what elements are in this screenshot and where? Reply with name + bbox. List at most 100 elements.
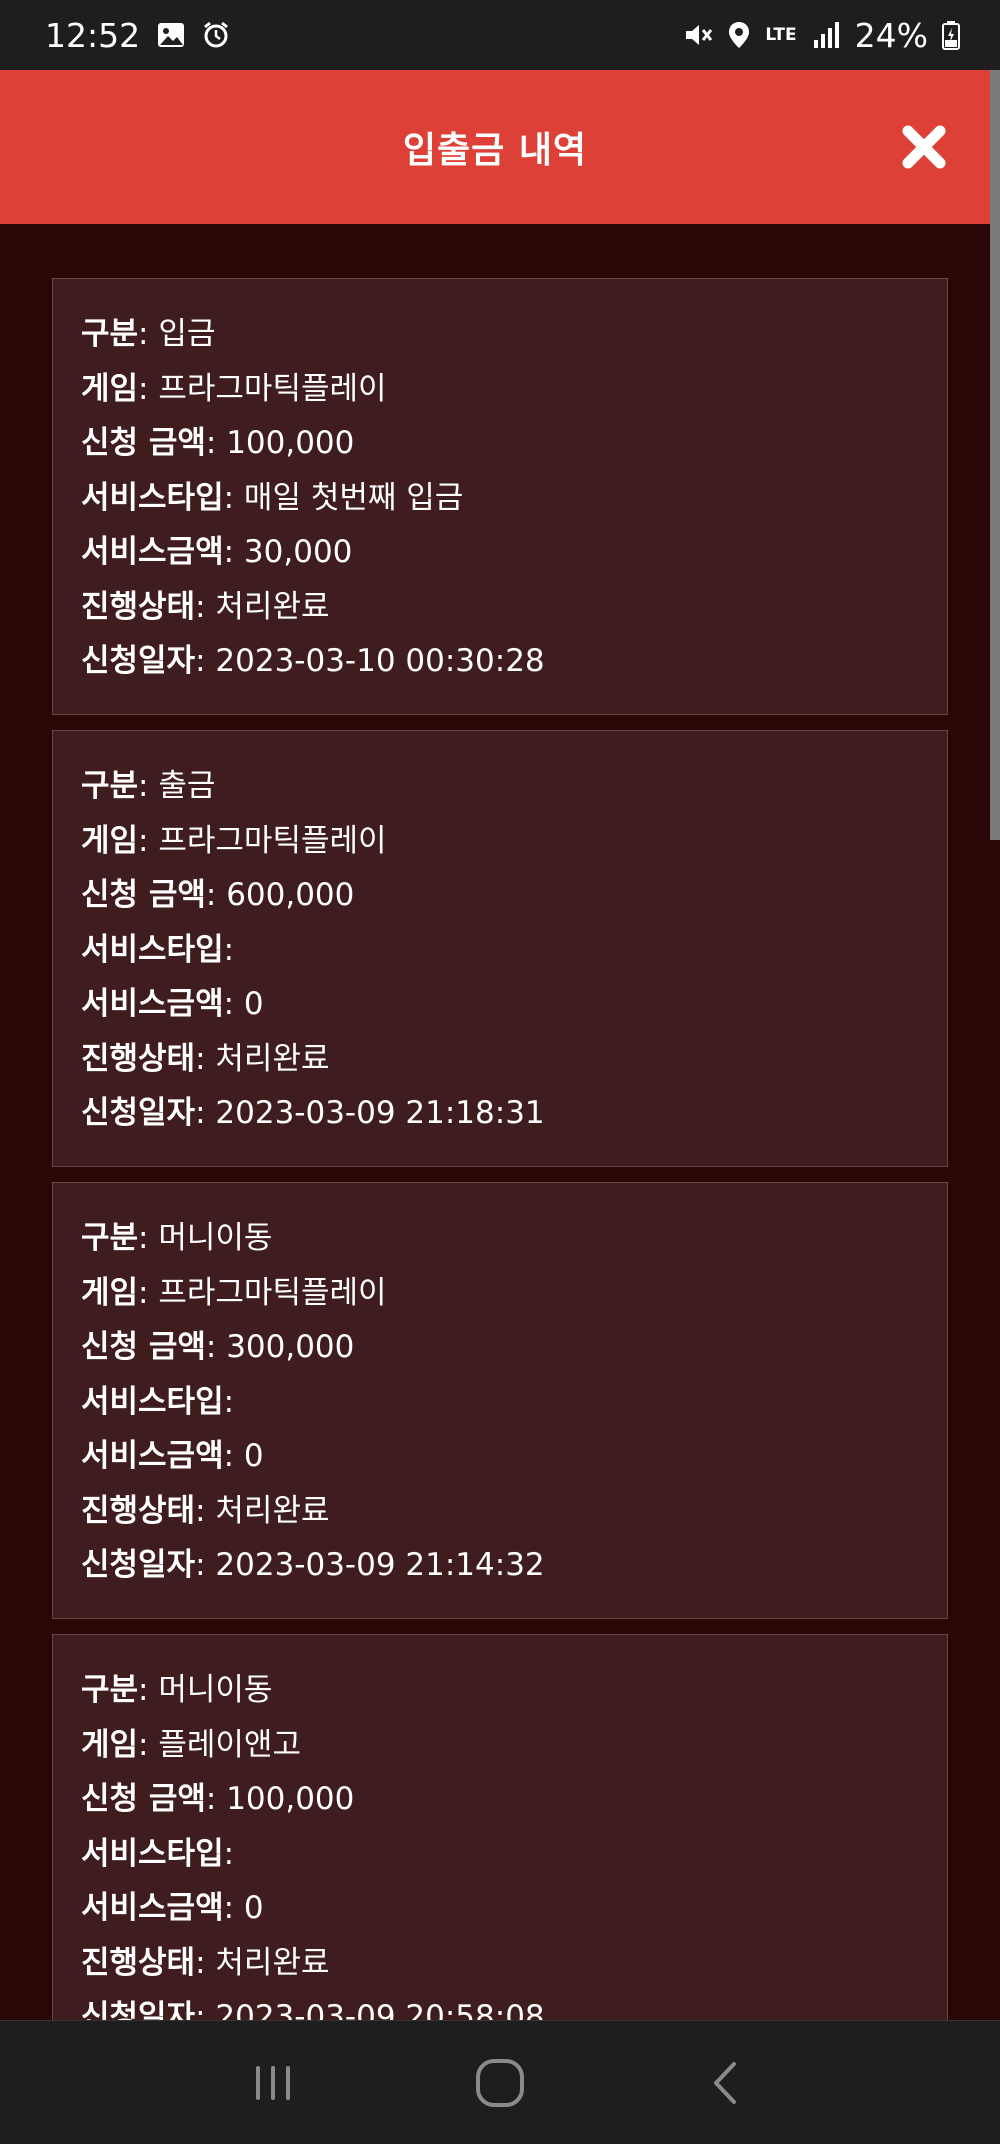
value-service-amount: 0 <box>243 1438 264 1474</box>
label-service-type: 서비스타입 <box>81 931 224 968</box>
network-type: LTE <box>765 25 797 45</box>
label-date: 신청일자 <box>81 1095 196 1131</box>
row-type: 구분: 머니이동 <box>81 1672 273 1708</box>
label-game: 게임 <box>81 370 139 407</box>
location-icon <box>727 20 751 50</box>
row-game: 게임: 프라그마틱플레이 <box>81 1274 387 1311</box>
value-type: 입금 <box>158 316 216 352</box>
row-service-amount: 서비스금액: 0 <box>81 1890 264 1926</box>
value-amount: 100,000 <box>226 425 355 461</box>
alarm-icon <box>202 21 230 49</box>
row-service-type: 서비스타입: 매일 첫번째 입금 <box>81 479 464 516</box>
row-date: 신청일자: 2023-03-09 21:14:32 <box>81 1547 545 1583</box>
transaction-card: 구분: 머니이동 게임: 프라그마틱플레이 신청 금액: 300,000 서비스… <box>52 1182 948 1619</box>
row-amount: 신청 금액: 100,000 <box>81 425 355 461</box>
close-icon <box>902 125 946 169</box>
recent-apps-icon <box>256 2065 291 2100</box>
page-header: 입출금 내역 <box>0 70 990 224</box>
label-service-amount: 서비스금액 <box>81 986 224 1022</box>
row-status: 진행상태: 처리완료 <box>81 1944 330 1981</box>
label-service-amount: 서비스금액 <box>81 1890 224 1926</box>
row-game: 게임: 프라그마틱플레이 <box>81 370 387 407</box>
label-status: 진행상태 <box>81 588 196 625</box>
label-game: 게임 <box>81 1274 139 1311</box>
value-status: 처리완료 <box>215 588 330 625</box>
value-service-amount: 0 <box>243 986 264 1022</box>
scrollbar-thumb[interactable] <box>990 70 1000 840</box>
label-status: 진행상태 <box>81 1944 196 1981</box>
status-time: 12:52 <box>45 15 141 55</box>
recent-apps-button[interactable] <box>233 2043 313 2123</box>
back-button[interactable] <box>687 2043 767 2123</box>
transaction-list[interactable]: 구분: 입금 게임: 프라그마틱플레이 신청 금액: 100,000 서비스타입… <box>52 278 948 2020</box>
row-type: 구분: 입금 <box>81 316 216 352</box>
value-type: 출금 <box>158 768 216 804</box>
label-type: 구분 <box>81 1672 139 1708</box>
row-service-type: 서비스타입: <box>81 1835 235 1872</box>
row-game: 게임: 플레이앤고 <box>81 1726 301 1763</box>
label-service-amount: 서비스금액 <box>81 534 224 570</box>
battery-icon <box>942 20 960 50</box>
value-date: 2023-03-09 21:14:32 <box>215 1547 545 1583</box>
row-amount: 신청 금액: 300,000 <box>81 1329 355 1365</box>
navigation-bar <box>0 2020 1000 2144</box>
row-service-amount: 서비스금액: 30,000 <box>81 534 353 570</box>
row-service-type: 서비스타입: <box>81 931 235 968</box>
value-date: 2023-03-09 20:58:08 <box>215 1999 545 2020</box>
row-status: 진행상태: 처리완료 <box>81 1040 330 1077</box>
label-date: 신청일자 <box>81 643 196 679</box>
label-date: 신청일자 <box>81 1999 196 2020</box>
status-bar-right: LTE 24% <box>683 16 960 55</box>
status-bar-left: 12:52 <box>45 16 230 55</box>
label-service-type: 서비스타입 <box>81 479 224 516</box>
label-status: 진행상태 <box>81 1040 196 1077</box>
label-type: 구분 <box>81 1220 139 1256</box>
row-date: 신청일자: 2023-03-09 21:18:31 <box>81 1095 545 1131</box>
label-service-type: 서비스타입 <box>81 1383 224 1420</box>
network-label: LTE <box>765 25 797 45</box>
label-game: 게임 <box>81 822 139 859</box>
value-date: 2023-03-09 21:18:31 <box>215 1095 545 1131</box>
gallery-icon <box>156 20 186 50</box>
value-status: 처리완료 <box>215 1944 330 1981</box>
home-icon <box>475 2058 524 2107</box>
label-game: 게임 <box>81 1726 139 1763</box>
row-type: 구분: 출금 <box>81 768 216 804</box>
label-type: 구분 <box>81 768 139 804</box>
row-type: 구분: 머니이동 <box>81 1220 273 1256</box>
back-icon <box>713 2061 736 2104</box>
page-title: 입출금 내역 <box>402 130 588 171</box>
row-status: 진행상태: 처리완료 <box>81 588 330 625</box>
value-service-amount: 0 <box>243 1890 264 1926</box>
value-amount: 100,000 <box>226 1781 355 1817</box>
value-service-type: 매일 첫번째 입금 <box>243 479 464 516</box>
signal-icon <box>811 20 841 50</box>
transaction-card: 구분: 출금 게임: 프라그마틱플레이 신청 금액: 600,000 서비스타입… <box>52 730 948 1167</box>
row-service-type: 서비스타입: <box>81 1383 235 1420</box>
value-status: 처리완료 <box>215 1492 330 1529</box>
close-button[interactable] <box>896 119 952 175</box>
label-status: 진행상태 <box>81 1492 196 1529</box>
row-date: 신청일자: 2023-03-10 00:30:28 <box>81 643 545 679</box>
scrollbar[interactable] <box>990 70 1000 2020</box>
row-service-amount: 서비스금액: 0 <box>81 986 264 1022</box>
mute-icon <box>683 20 713 50</box>
value-game: 플레이앤고 <box>158 1726 301 1763</box>
home-button[interactable] <box>460 2043 540 2123</box>
value-status: 처리완료 <box>215 1040 330 1077</box>
value-service-amount: 30,000 <box>243 534 353 570</box>
transaction-card: 구분: 머니이동 게임: 플레이앤고 신청 금액: 100,000 서비스타입:… <box>52 1634 948 2020</box>
value-game: 프라그마틱플레이 <box>158 1274 387 1311</box>
row-status: 진행상태: 처리완료 <box>81 1492 330 1529</box>
label-amount: 신청 금액 <box>81 1781 206 1817</box>
row-service-amount: 서비스금액: 0 <box>81 1438 264 1474</box>
label-amount: 신청 금액 <box>81 425 206 461</box>
label-amount: 신청 금액 <box>81 877 206 913</box>
value-amount: 300,000 <box>226 1329 355 1365</box>
label-type: 구분 <box>81 316 139 352</box>
value-game: 프라그마틱플레이 <box>158 370 387 407</box>
value-type: 머니이동 <box>158 1220 273 1256</box>
battery-percent: 24% <box>854 15 928 55</box>
row-amount: 신청 금액: 600,000 <box>81 877 355 913</box>
label-service-amount: 서비스금액 <box>81 1438 224 1474</box>
